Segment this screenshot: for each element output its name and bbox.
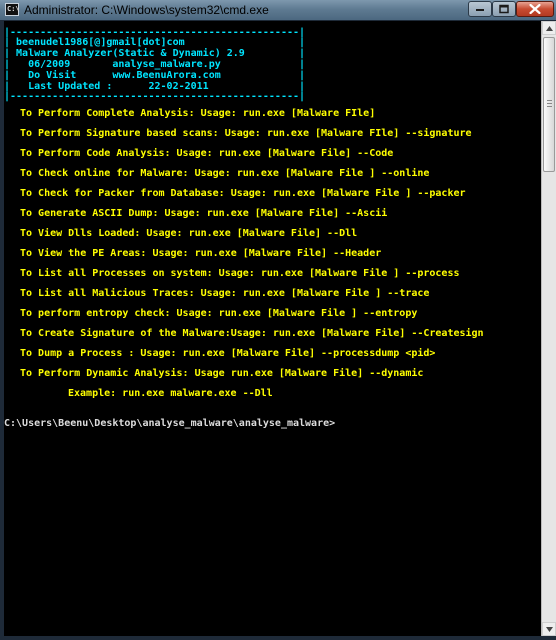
- thumb-grip: [547, 106, 552, 107]
- window-title: Administrator: C:\Windows\system32\cmd.e…: [24, 3, 269, 17]
- cmd-icon[interactable]: C:\: [5, 3, 20, 16]
- banner-line: |---------------------------------------…: [4, 91, 306, 102]
- usage-line: To View Dlls Loaded: Usage: run.exe [Mal…: [20, 228, 358, 239]
- close-icon: [529, 4, 541, 14]
- thumb-grip: [547, 103, 552, 104]
- usage-line: To Perform Code Analysis: Usage: run.exe…: [20, 148, 394, 159]
- usage-line: To List all Processes on system: Usage: …: [20, 268, 460, 279]
- example-line: Example: run.exe malware.exe --Dll: [68, 388, 273, 399]
- usage-line: To Dump a Process : Usage: run.exe [Malw…: [20, 348, 436, 359]
- usage-line: To List all Malicious Traces: Usage: run…: [20, 288, 430, 299]
- close-button[interactable]: [516, 1, 554, 17]
- usage-line: To Perform Complete Analysis: Usage: run…: [20, 108, 376, 119]
- command-prompt[interactable]: C:\Users\Beenu\Desktop\analyse_malware\a…: [4, 418, 335, 430]
- usage-line: To Generate ASCII Dump: Usage: run.exe […: [20, 208, 388, 219]
- scroll-down-button[interactable]: [542, 622, 556, 636]
- usage-line: To Check for Packer from Database: Usage…: [20, 188, 466, 199]
- vertical-scrollbar[interactable]: [541, 21, 556, 636]
- usage-line: To Create Signature of the Malware:Usage…: [20, 328, 484, 339]
- usage-line: To Perform Signature based scans: Usage:…: [20, 128, 472, 139]
- scroll-up-arrow-icon: [546, 26, 553, 31]
- scroll-down-arrow-icon: [546, 627, 553, 632]
- usage-line: To Check online for Malware: Usage: run.…: [20, 168, 430, 179]
- maximize-icon: [499, 4, 509, 14]
- title-bar[interactable]: C:\ Administrator: C:\Windows\system32\c…: [0, 0, 556, 20]
- maximize-button[interactable]: [492, 1, 516, 17]
- minimize-icon: [476, 9, 484, 11]
- usage-line: To Perform Dynamic Analysis: Usage run.e…: [20, 368, 424, 379]
- scrollbar-thumb[interactable]: [543, 37, 555, 172]
- usage-line: To perform entropy check: Usage: run.exe…: [20, 308, 418, 319]
- console-output[interactable]: |---------------------------------------…: [4, 21, 541, 636]
- minimize-button[interactable]: [468, 1, 492, 17]
- usage-line: To View the PE Areas: Usage: run.exe [Ma…: [20, 248, 382, 259]
- cmd-icon-label: C:\: [7, 5, 20, 13]
- scroll-up-button[interactable]: [542, 21, 556, 35]
- thumb-grip: [547, 100, 552, 101]
